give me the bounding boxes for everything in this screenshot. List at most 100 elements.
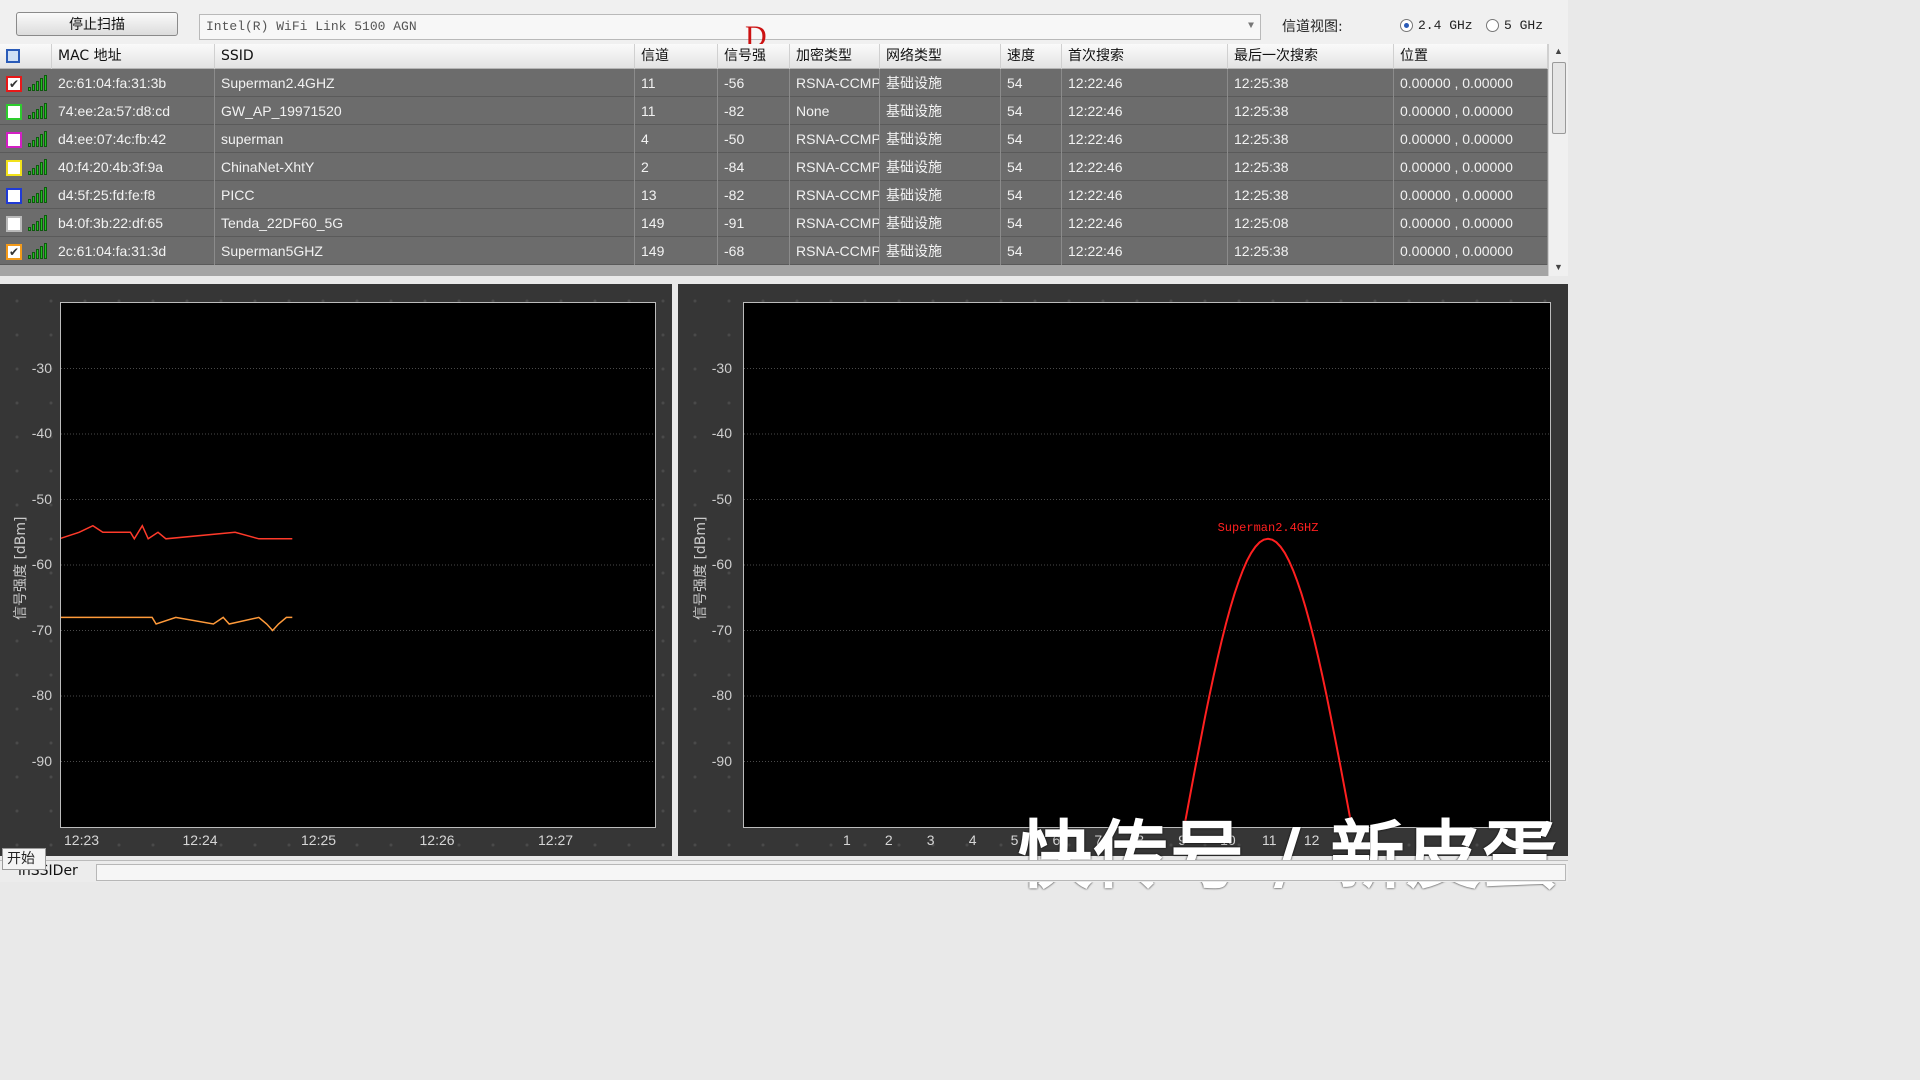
x-tick-label: 3 — [926, 832, 935, 848]
table-header: MAC 地址 SSID 信道 信号强 加密类型 网络类型 速度 首次搜索 最后一… — [0, 44, 1548, 69]
table-row[interactable]: 74:ee:2a:57:d8:cd GW_AP_19971520 11 -82 None… — [0, 97, 1548, 125]
col-ssid[interactable]: SSID — [215, 44, 635, 69]
toolbar: 停止扫描 Intel(R) WiFi Link 5100 AGN ▼ 信道视图:… — [0, 0, 1568, 44]
band-label: 2.4 GHz — [1418, 18, 1473, 33]
cell-first-seen: 12:22:46 — [1062, 125, 1228, 153]
band-radio-24[interactable]: 2.4 GHz — [1400, 18, 1473, 33]
cell-speed: 54 — [1001, 97, 1062, 125]
channel-plot: Superman2.4GHZ — [743, 302, 1551, 828]
row-checkbox[interactable] — [6, 160, 22, 176]
table-row[interactable]: ✔ 2c:61:04:fa:31:3b Superman2.4GHZ 11 -56 RSN… — [0, 69, 1548, 97]
cell-channel: 2 — [635, 153, 718, 181]
table-row-partial[interactable] — [0, 265, 1548, 276]
band-label: 5 GHz — [1504, 18, 1544, 33]
select-all-header[interactable] — [0, 44, 52, 69]
table-row[interactable]: b4:0f:3b:22:df:65 Tenda_22DF60_5G 149 -91 RS… — [0, 209, 1548, 237]
table-row[interactable]: d4:ee:07:4c:fb:42 superman 4 -50 RSNA-CCMP 基础… — [0, 125, 1548, 153]
radio-empty-icon — [1486, 19, 1499, 32]
signal-bars-icon — [28, 75, 48, 91]
radio-selected-icon — [1400, 19, 1413, 32]
stop-scan-button[interactable]: 停止扫描 — [16, 12, 178, 36]
cell-speed: 54 — [1001, 153, 1062, 181]
signal-bars-icon — [28, 187, 48, 203]
cell-last-seen: 12:25:38 — [1228, 237, 1394, 265]
adapter-select[interactable]: Intel(R) WiFi Link 5100 AGN ▼ — [199, 14, 1261, 40]
signal-bars-icon — [28, 159, 48, 175]
row-checkbox[interactable] — [6, 104, 22, 120]
cell-location: 0.00000 , 0.00000 — [1394, 125, 1548, 153]
y-tick-label: -50 — [31, 490, 52, 507]
y-tick-label: -40 — [31, 425, 52, 441]
row-checkbox[interactable]: ✔ — [6, 244, 22, 260]
status-field — [96, 864, 1566, 881]
col-location[interactable]: 位置 — [1394, 44, 1548, 69]
row-checkbox[interactable] — [6, 188, 22, 204]
col-network[interactable]: 网络类型 — [880, 44, 1001, 69]
cell-first-seen: 12:22:46 — [1062, 153, 1228, 181]
cell-ssid: Tenda_22DF60_5G — [215, 209, 635, 237]
cell-mac: 74:ee:2a:57:d8:cd — [52, 97, 215, 125]
col-last-seen[interactable]: 最后一次搜索 — [1228, 44, 1394, 69]
cell-mac: b4:0f:3b:22:df:65 — [52, 209, 215, 237]
cell-location: 0.00000 , 0.00000 — [1394, 237, 1548, 265]
row-checkbox[interactable]: ✔ — [6, 76, 22, 92]
cell-last-seen: 12:25:38 — [1228, 125, 1394, 153]
table-scrollbar[interactable]: ▲ ▼ — [1548, 44, 1568, 276]
scroll-down-icon[interactable]: ▼ — [1554, 262, 1563, 272]
cell-location: 0.00000 , 0.00000 — [1394, 209, 1548, 237]
col-first-seen[interactable]: 首次搜索 — [1062, 44, 1228, 69]
y-tick-label: -40 — [711, 425, 732, 441]
cell-ssid: GW_AP_19971520 — [215, 97, 635, 125]
series-line-0 — [54, 524, 293, 541]
x-tick-label: 12:24 — [182, 832, 218, 848]
signal-bars-icon — [28, 131, 48, 147]
row-checkbox[interactable] — [6, 216, 22, 232]
cell-first-seen: 12:22:46 — [1062, 69, 1228, 97]
col-speed[interactable]: 速度 — [1001, 44, 1062, 69]
y-tick-label: -50 — [711, 490, 732, 507]
cell-location: 0.00000 , 0.00000 — [1394, 97, 1548, 125]
cell-network: 基础设施 — [880, 69, 1001, 97]
cell-rssi: -84 — [718, 153, 790, 181]
cell-security: RSNA-CCMP — [790, 237, 880, 265]
cell-mac: 2c:61:04:fa:31:3b — [52, 69, 215, 97]
cell-ssid: Superman2.4GHZ — [215, 69, 635, 97]
col-channel[interactable]: 信道 — [635, 44, 718, 69]
time-graph-panel: 信号强度 [dBm] -30 -40 -50 -60 -70 -80 -90 12:23 12… — [0, 284, 672, 856]
table-row[interactable]: 40:f4:20:4b:3f:9a ChinaNet-XhtY 2 -84 RSNA-C… — [0, 153, 1548, 181]
row-checkbox[interactable] — [6, 132, 22, 148]
cell-mac: d4:5f:25:fd:fe:f8 — [52, 181, 215, 209]
table-row[interactable]: d4:5f:25:fd:fe:f8 PICC 13 -82 RSNA-CCMP 基础设施 5… — [0, 181, 1548, 209]
cell-network: 基础设施 — [880, 237, 1001, 265]
cell-rssi: -56 — [718, 69, 790, 97]
table-row[interactable]: ✔ 2c:61:04:fa:31:3d Superman5GHZ 149 -68 RSNA… — [0, 237, 1548, 265]
start-button[interactable]: 开始 — [2, 848, 46, 870]
cell-rssi: -68 — [718, 237, 790, 265]
cell-security: RSNA-CCMP — [790, 209, 880, 237]
status-bar: inSSIDer — [0, 860, 1568, 882]
channel-curve-0 — [1183, 537, 1353, 828]
x-tick-label: 2 — [884, 832, 893, 848]
cell-rssi: -82 — [718, 97, 790, 125]
band-radio-5[interactable]: 5 GHz — [1486, 18, 1543, 33]
y-tick-label: -70 — [711, 621, 732, 638]
cell-channel: 4 — [635, 125, 718, 153]
channel-graph-panel: 信号强度 [dBm] -30 -40 -50 -60 -70 -80 -90 Superma… — [678, 284, 1568, 856]
cell-first-seen: 12:22:46 — [1062, 97, 1228, 125]
col-security[interactable]: 加密类型 — [790, 44, 880, 69]
select-all-checkbox-icon[interactable] — [6, 49, 20, 63]
cell-network: 基础设施 — [880, 181, 1001, 209]
scroll-up-icon[interactable]: ▲ — [1554, 46, 1563, 56]
col-mac[interactable]: MAC 地址 — [52, 44, 215, 69]
scroll-thumb[interactable] — [1552, 62, 1566, 134]
cell-location: 0.00000 , 0.00000 — [1394, 153, 1548, 181]
cell-rssi: -91 — [718, 209, 790, 237]
channel-view-label: 信道视图: — [1282, 19, 1343, 35]
cell-channel: 13 — [635, 181, 718, 209]
cell-network: 基础设施 — [880, 209, 1001, 237]
x-tick-label: 12:23 — [64, 832, 100, 848]
col-rssi[interactable]: 信号强 — [718, 44, 790, 69]
cell-ssid: Superman5GHZ — [215, 237, 635, 265]
cell-first-seen: 12:22:46 — [1062, 237, 1228, 265]
time-plot — [54, 302, 656, 828]
